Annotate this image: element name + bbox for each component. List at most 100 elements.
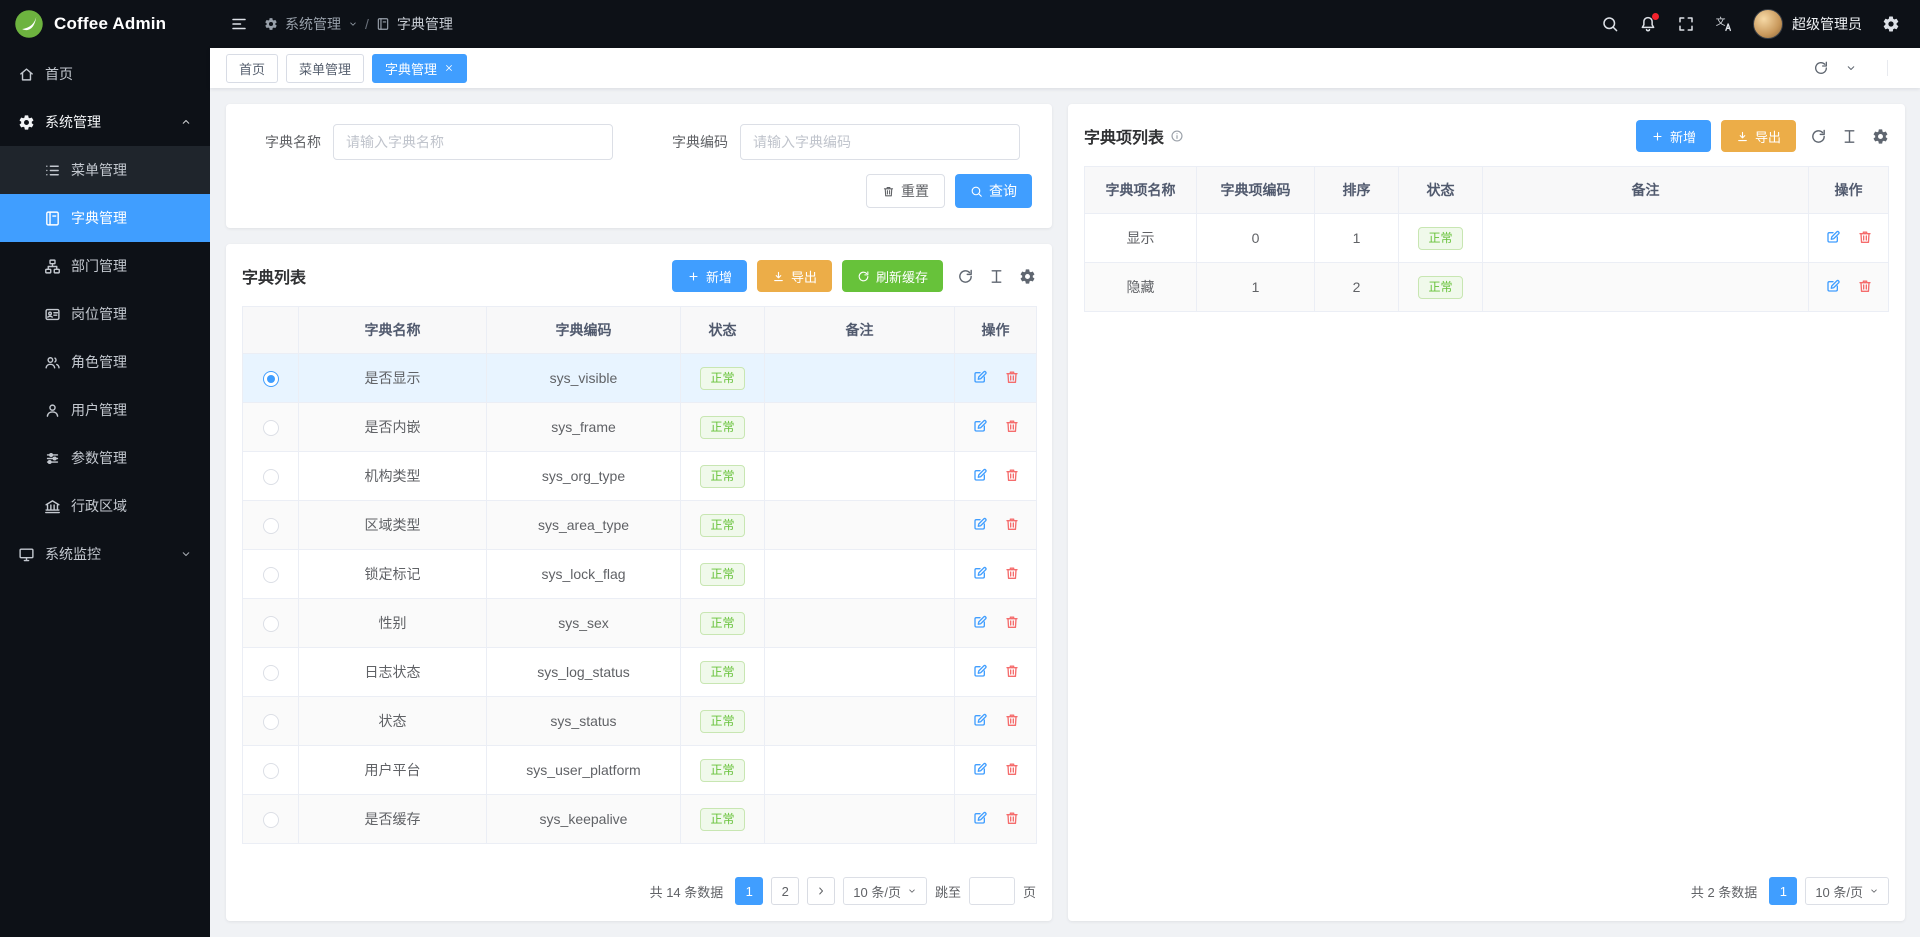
sidebar-item-post[interactable]: 岗位管理 [0, 290, 210, 338]
translate-icon[interactable]: 文 [1715, 15, 1733, 33]
breadcrumb-parent[interactable]: 系统管理 [285, 14, 341, 34]
reset-button[interactable]: 重置 [866, 174, 945, 208]
dict-table-row[interactable]: 机构类型sys_org_type正常 [243, 452, 1037, 501]
dict-page-size-select[interactable]: 10 条/页 [843, 877, 927, 905]
dict-table-row[interactable]: 性别sys_sex正常 [243, 599, 1037, 648]
info-icon[interactable] [1170, 129, 1184, 143]
delete-icon[interactable] [1004, 418, 1020, 434]
edit-icon[interactable] [972, 369, 988, 385]
item-settings-icon[interactable] [1872, 128, 1889, 145]
item-add-button[interactable]: 新增 [1636, 120, 1711, 152]
table-refresh-icon[interactable] [957, 268, 974, 285]
item-column-settings-icon[interactable] [1841, 128, 1858, 145]
item-export-button[interactable]: 导出 [1721, 120, 1796, 152]
delete-icon[interactable] [1857, 229, 1873, 245]
edit-icon[interactable] [972, 810, 988, 826]
fullscreen-icon[interactable] [1677, 15, 1695, 33]
row-radio[interactable] [263, 714, 279, 730]
content-fullscreen-icon[interactable] [1887, 60, 1904, 76]
dict-name-input[interactable] [333, 124, 613, 160]
user-menu[interactable]: 超级管理员 [1753, 9, 1862, 39]
dict-table-row[interactable]: 用户平台sys_user_platform正常 [243, 746, 1037, 795]
sidebar-item-monitor[interactable]: 系统监控 [0, 530, 210, 578]
dict-export-button[interactable]: 导出 [757, 260, 832, 292]
table-settings-icon[interactable] [1019, 268, 1036, 285]
row-radio[interactable] [263, 665, 279, 681]
dict-table-row[interactable]: 锁定标记sys_lock_flag正常 [243, 550, 1037, 599]
row-radio[interactable] [263, 518, 279, 534]
row-radio[interactable] [263, 763, 279, 779]
jump-page-input[interactable] [969, 877, 1015, 905]
edit-icon[interactable] [972, 712, 988, 728]
dict-table-row[interactable]: 是否内嵌sys_frame正常 [243, 403, 1037, 452]
row-radio[interactable] [263, 420, 279, 436]
tabs-refresh-icon[interactable] [1813, 60, 1829, 76]
sidebar-item-role[interactable]: 角色管理 [0, 338, 210, 386]
row-radio[interactable] [263, 567, 279, 583]
sidebar-item-system[interactable]: 系统管理 [0, 98, 210, 146]
delete-icon[interactable] [1004, 516, 1020, 532]
dict-table-row[interactable]: 区域类型sys_area_type正常 [243, 501, 1037, 550]
edit-icon[interactable] [972, 614, 988, 630]
next-page-button[interactable] [807, 877, 835, 905]
dict-table-row[interactable]: 是否缓存sys_keepalive正常 [243, 795, 1037, 844]
dict-table-row[interactable]: 状态sys_status正常 [243, 697, 1037, 746]
sidebar-item-param[interactable]: 参数管理 [0, 434, 210, 482]
page-button-1[interactable]: 1 [1769, 877, 1797, 905]
delete-icon[interactable] [1004, 467, 1020, 483]
item-table-row[interactable]: 显示01正常 [1085, 214, 1889, 263]
item-page-size-select[interactable]: 10 条/页 [1805, 877, 1889, 905]
user-name[interactable]: 超级管理员 [1792, 14, 1862, 34]
bell-icon[interactable] [1639, 15, 1657, 33]
edit-icon[interactable] [972, 565, 988, 581]
dict-code-input[interactable] [740, 124, 1020, 160]
settings-gear-icon[interactable] [1882, 15, 1900, 33]
delete-icon[interactable] [1004, 614, 1020, 630]
sidebar-item-region[interactable]: 行政区域 [0, 482, 210, 530]
tab-0[interactable]: 首页 [226, 54, 278, 83]
delete-icon[interactable] [1004, 712, 1020, 728]
refresh-cache-button[interactable]: 刷新缓存 [842, 260, 943, 292]
delete-icon[interactable] [1004, 761, 1020, 777]
tabs-dropdown-icon[interactable] [1845, 62, 1857, 74]
delete-icon[interactable] [1857, 278, 1873, 294]
sidebar-item-dept[interactable]: 部门管理 [0, 242, 210, 290]
page-button-1[interactable]: 1 [735, 877, 763, 905]
edit-icon[interactable] [1825, 229, 1841, 245]
download-icon [772, 270, 785, 283]
dict-add-button[interactable]: 新增 [672, 260, 747, 292]
row-radio[interactable] [263, 469, 279, 485]
delete-icon[interactable] [1004, 810, 1020, 826]
remark-cell [765, 795, 955, 844]
tab-2[interactable]: 字典管理 [372, 54, 467, 83]
item-table-row[interactable]: 隐藏12正常 [1085, 263, 1889, 312]
menu-fold-icon[interactable] [230, 15, 248, 33]
edit-icon[interactable] [972, 663, 988, 679]
search-card: 字典名称 字典编码 重置 查询 [226, 104, 1052, 228]
row-radio[interactable] [263, 812, 279, 828]
column-settings-icon[interactable] [988, 268, 1005, 285]
delete-icon[interactable] [1004, 663, 1020, 679]
edit-icon[interactable] [972, 516, 988, 532]
row-radio[interactable] [263, 371, 279, 387]
delete-icon[interactable] [1004, 565, 1020, 581]
query-button[interactable]: 查询 [955, 174, 1032, 208]
tab-1[interactable]: 菜单管理 [286, 54, 364, 83]
search-icon[interactable] [1601, 15, 1619, 33]
sidebar-item-user[interactable]: 用户管理 [0, 386, 210, 434]
sidebar-item-dict[interactable]: 字典管理 [0, 194, 210, 242]
close-icon[interactable] [444, 63, 454, 73]
edit-icon[interactable] [972, 418, 988, 434]
edit-icon[interactable] [972, 761, 988, 777]
dict-table-row[interactable]: 日志状态sys_log_status正常 [243, 648, 1037, 697]
delete-icon[interactable] [1004, 369, 1020, 385]
dict-table-row[interactable]: 是否显示sys_visible正常 [243, 354, 1037, 403]
page-button-2[interactable]: 2 [771, 877, 799, 905]
row-radio[interactable] [263, 616, 279, 632]
avatar[interactable] [1753, 9, 1783, 39]
sidebar-item-home[interactable]: 首页 [0, 50, 210, 98]
item-refresh-icon[interactable] [1810, 128, 1827, 145]
edit-icon[interactable] [1825, 278, 1841, 294]
sidebar-item-menu[interactable]: 菜单管理 [0, 146, 210, 194]
edit-icon[interactable] [972, 467, 988, 483]
